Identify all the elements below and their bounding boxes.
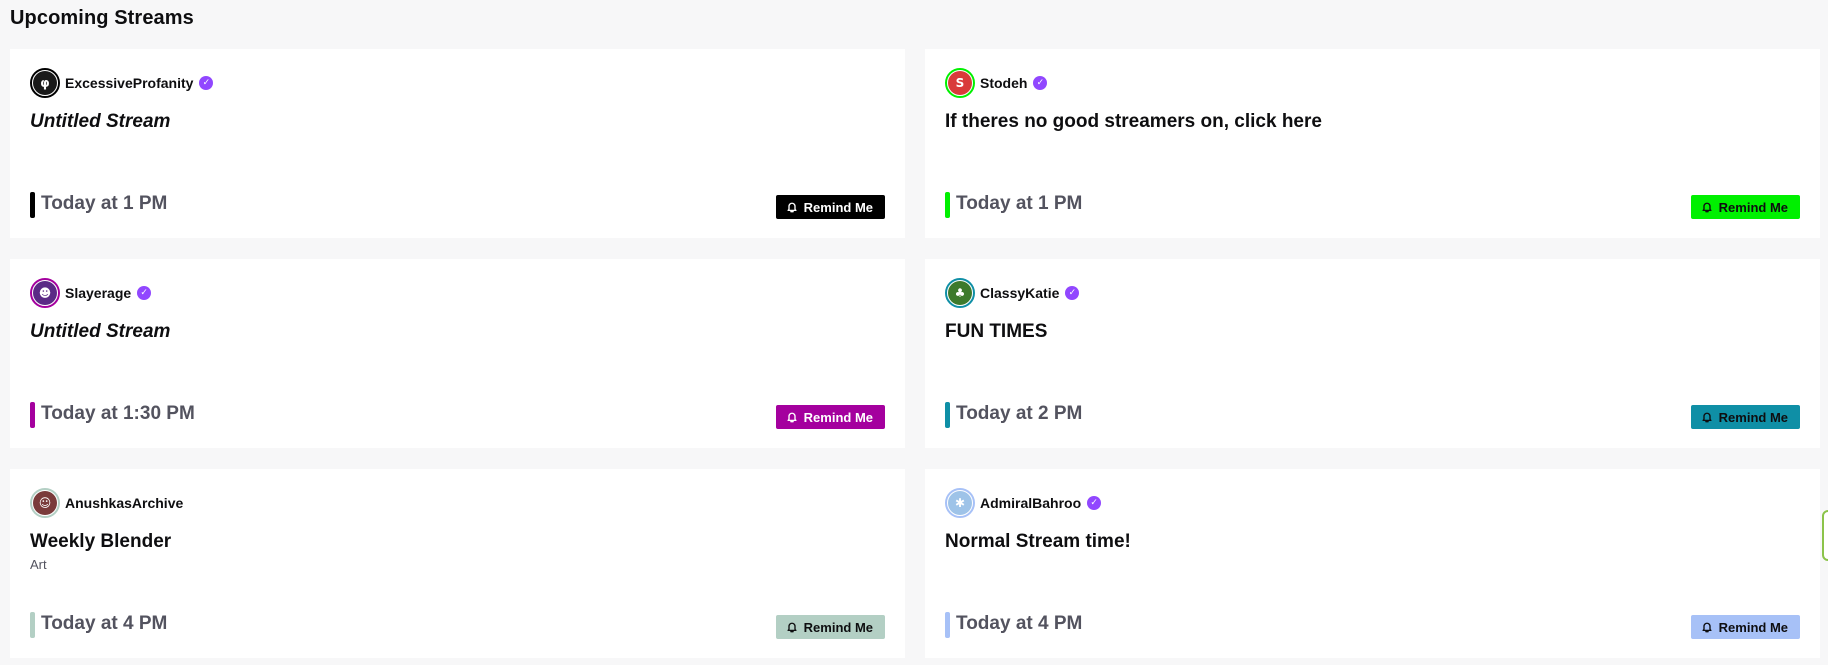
avatar-image: ✱ — [948, 491, 972, 515]
remind-me-label: Remind Me — [803, 409, 873, 425]
streamer: AdmiralBahroo ✓ — [980, 495, 1102, 511]
verified-badge-icon: ✓ — [199, 76, 214, 90]
time-accent-bar — [945, 612, 950, 638]
stream-title: Untitled Stream — [30, 111, 171, 132]
verified-badge-icon: ✓ — [137, 286, 152, 300]
stream-title: FUN TIMES — [945, 321, 1048, 342]
stream-title: Normal Stream time! — [945, 531, 1131, 552]
streamer-name[interactable]: ClassyKatie — [980, 285, 1059, 301]
stream-time: Today at 1 PM — [41, 193, 168, 214]
bell-icon — [786, 411, 798, 423]
stream-card[interactable]: ♣ ClassyKatie ✓ FUN TIMES Today at 2 PM Remin… — [925, 259, 1820, 448]
avatar-image: S — [948, 71, 972, 95]
stream-card[interactable]: φ ExcessiveProfanity ✓ Untitled Stream Today… — [10, 49, 905, 238]
remind-me-button[interactable]: Remind Me — [775, 405, 885, 429]
avatar[interactable]: ☻ — [30, 278, 60, 308]
stream-title: Untitled Stream — [30, 321, 171, 342]
remind-me-label: Remind Me — [1718, 619, 1788, 635]
section-title: Upcoming Streams — [10, 7, 194, 29]
bell-icon — [786, 201, 798, 213]
remind-me-label: Remind Me — [1718, 199, 1788, 215]
streamer: Stodeh ✓ — [980, 75, 1048, 91]
verified-badge-icon: ✓ — [1087, 496, 1102, 510]
stream-time: Today at 2 PM — [956, 403, 1083, 424]
streamer-name[interactable]: Stodeh — [980, 75, 1027, 91]
time-accent-bar — [30, 192, 35, 218]
side-scroll-handle[interactable] — [1822, 510, 1828, 561]
remind-me-label: Remind Me — [1718, 409, 1788, 425]
stream-title: Weekly Blender — [30, 531, 172, 552]
stream-title: If theres no good streamers on, click he… — [945, 111, 1322, 132]
avatar-image: φ — [33, 71, 57, 95]
stream-time: Today at 1 PM — [956, 193, 1083, 214]
stream-card[interactable]: ✱ AdmiralBahroo ✓ Normal Stream time! Today … — [925, 469, 1820, 658]
avatar[interactable]: ☺ — [30, 488, 60, 518]
stream-category[interactable]: Art — [30, 557, 47, 572]
avatar[interactable]: ♣ — [945, 278, 975, 308]
time-accent-bar — [30, 612, 35, 638]
streamer-name[interactable]: AdmiralBahroo — [980, 495, 1081, 511]
stream-time: Today at 4 PM — [956, 613, 1083, 634]
stream-card[interactable]: S Stodeh ✓ If theres no good streamers on, … — [925, 49, 1820, 238]
time-accent-bar — [945, 192, 950, 218]
avatar-image: ☺ — [33, 491, 57, 515]
verified-badge-icon: ✓ — [1065, 286, 1080, 300]
streamer-name[interactable]: Slayerage — [65, 285, 131, 301]
time-accent-bar — [945, 402, 950, 428]
remind-me-button[interactable]: Remind Me — [775, 615, 885, 639]
streams-grid: φ ExcessiveProfanity ✓ Untitled Stream Today… — [10, 49, 1820, 658]
stream-card[interactable]: ☺ AnushkasArchive Weekly Blender Art Today a… — [10, 469, 905, 658]
avatar-image: ♣ — [948, 281, 972, 305]
bell-icon — [1701, 201, 1713, 213]
streamer: AnushkasArchive — [65, 495, 183, 511]
avatar[interactable]: ✱ — [945, 488, 975, 518]
bell-icon — [786, 621, 798, 633]
stream-card[interactable]: ☻ Slayerage ✓ Untitled Stream Today at 1:30 … — [10, 259, 905, 448]
streamer-name[interactable]: AnushkasArchive — [65, 495, 183, 511]
streamer-name[interactable]: ExcessiveProfanity — [65, 75, 193, 91]
avatar[interactable]: S — [945, 68, 975, 98]
stream-time: Today at 4 PM — [41, 613, 168, 634]
bell-icon — [1701, 621, 1713, 633]
bell-icon — [1701, 411, 1713, 423]
avatar[interactable]: φ — [30, 68, 60, 98]
remind-me-button[interactable]: Remind Me — [1690, 195, 1800, 219]
time-accent-bar — [30, 402, 35, 428]
remind-me-label: Remind Me — [803, 619, 873, 635]
stream-time: Today at 1:30 PM — [41, 403, 195, 424]
streamer: Slayerage ✓ — [65, 285, 152, 301]
remind-me-button[interactable]: Remind Me — [775, 195, 885, 219]
verified-badge-icon: ✓ — [1033, 76, 1048, 90]
streamer: ExcessiveProfanity ✓ — [65, 75, 214, 91]
avatar-image: ☻ — [33, 281, 57, 305]
streamer: ClassyKatie ✓ — [980, 285, 1080, 301]
remind-me-button[interactable]: Remind Me — [1690, 615, 1800, 639]
remind-me-label: Remind Me — [803, 199, 873, 215]
remind-me-button[interactable]: Remind Me — [1690, 405, 1800, 429]
